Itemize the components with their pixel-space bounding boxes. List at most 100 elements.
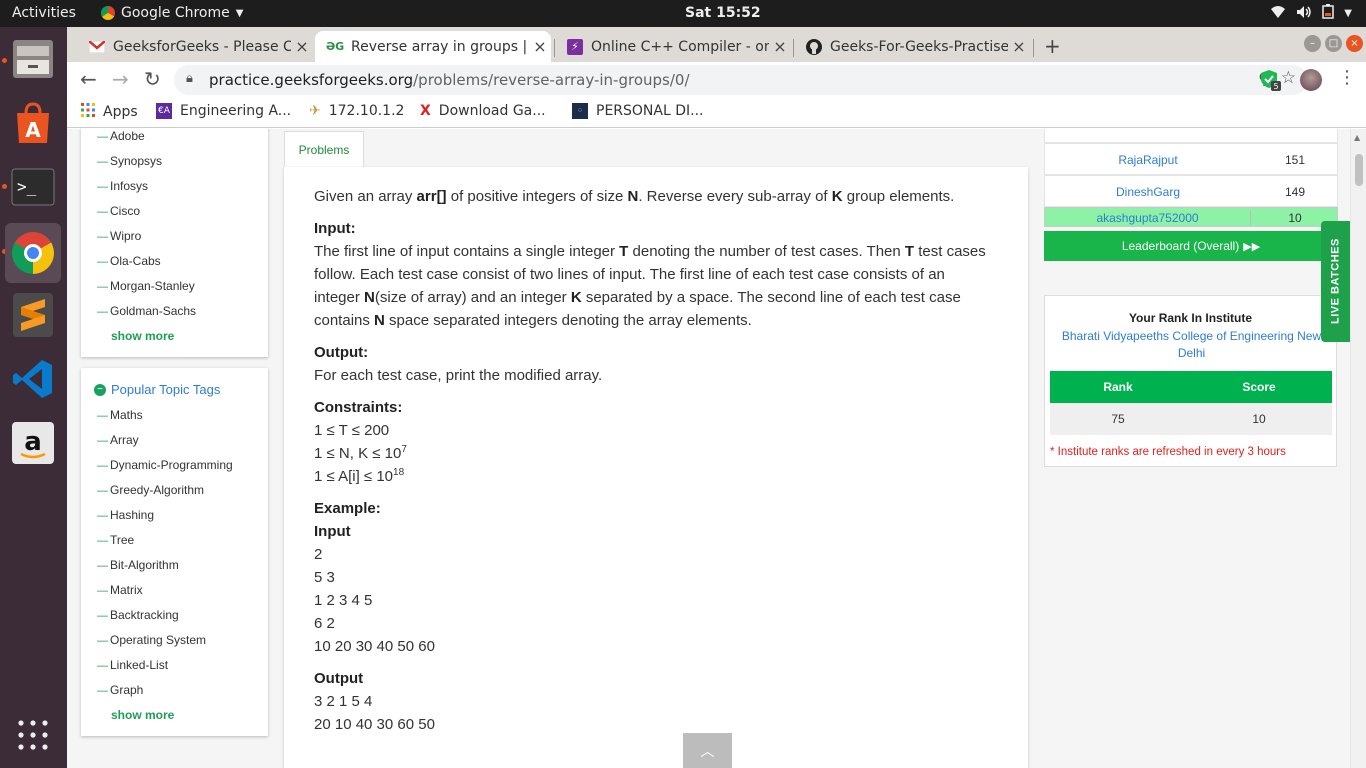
bookmarks-bar: Apps €A Engineering A... ✈ 172.10.1.2 X … bbox=[67, 97, 1366, 128]
bookmark-download[interactable]: X Download Ga... bbox=[420, 103, 546, 119]
scroll-to-top-button[interactable]: ︿ bbox=[683, 733, 732, 768]
tab-cpp-compiler[interactable]: ⚡ Online C++ Compiler - onli × bbox=[555, 31, 791, 62]
company-tag[interactable]: Wipro bbox=[97, 229, 141, 243]
close-tab-icon[interactable]: × bbox=[1008, 37, 1030, 56]
topic-tag[interactable]: Bit-Algorithm bbox=[97, 558, 179, 572]
vscode-icon[interactable] bbox=[9, 355, 57, 403]
input-section: Input: The first line of input contains … bbox=[314, 220, 986, 329]
app-menu[interactable]: Google Chrome ▼ bbox=[101, 5, 243, 21]
show-applications-icon[interactable] bbox=[9, 711, 57, 759]
close-tab-icon[interactable]: × bbox=[529, 37, 551, 56]
company-tag[interactable]: Adobe bbox=[97, 129, 145, 143]
leaderboard-row-current-user: akashgupta752000 10 bbox=[1044, 207, 1338, 227]
page-scrollbar[interactable]: ▲ bbox=[1350, 129, 1366, 768]
volume-icon bbox=[1296, 5, 1312, 23]
forward-arrow-icon[interactable]: → bbox=[112, 67, 129, 91]
bookmark-engineering[interactable]: €A Engineering A... bbox=[156, 103, 291, 119]
topic-tag[interactable]: Dynamic-Programming bbox=[97, 458, 233, 472]
topic-tags-title[interactable]: − Popular Topic Tags bbox=[94, 382, 220, 397]
bookmark-label: 172.10.1.2 bbox=[328, 103, 405, 119]
double-chevron-right-icon: ▶▶ bbox=[1243, 240, 1261, 253]
company-tag[interactable]: Ola-Cabs bbox=[97, 254, 161, 268]
leaderboard-overall-button[interactable]: Leaderboard (Overall) ▶▶ bbox=[1044, 231, 1338, 261]
maximize-window-button[interactable]: □ bbox=[1325, 35, 1342, 52]
reload-icon[interactable]: ↻ bbox=[144, 67, 161, 91]
live-batches-tab[interactable]: LIVE BATCHES bbox=[1321, 221, 1350, 342]
bookmark-personal[interactable]: ⁘ PERSONAL DI... bbox=[572, 103, 703, 119]
svg-text:>_: >_ bbox=[17, 177, 37, 196]
topic-tag[interactable]: Matrix bbox=[97, 583, 143, 597]
extension-shield-icon[interactable]: 5 bbox=[1260, 69, 1282, 95]
airplane-icon: ✈ bbox=[309, 103, 321, 119]
leaderboard-user-link[interactable]: RajaRajput bbox=[1045, 153, 1251, 167]
chrome-dock-icon[interactable] bbox=[5, 223, 61, 283]
system-tray[interactable]: ▼ bbox=[1270, 4, 1352, 23]
bookmark-star-icon[interactable]: ☆ bbox=[1281, 68, 1296, 88]
problem-intro: Given an array arr[] of positive integer… bbox=[314, 188, 955, 205]
institute-name-link[interactable]: Bharati Vidyapeeths College of Engineeri… bbox=[1055, 328, 1328, 362]
tab-separator bbox=[1033, 39, 1034, 57]
company-tag[interactable]: Cisco bbox=[97, 204, 140, 218]
bookmark-label: Engineering A... bbox=[180, 103, 292, 119]
topic-tag[interactable]: Operating System bbox=[97, 633, 206, 647]
topic-tags-card: − Popular Topic Tags Maths Array Dynamic… bbox=[81, 368, 268, 736]
topic-tag[interactable]: Backtracking bbox=[97, 608, 179, 622]
topic-tag[interactable]: Maths bbox=[97, 408, 143, 422]
leaderboard-score: 149 bbox=[1284, 185, 1306, 199]
tab-problems[interactable]: Problems bbox=[284, 131, 364, 168]
activities-button[interactable]: Activities bbox=[12, 5, 76, 21]
browser-toolbar: ← → ↻ 🔒︎ practice.geeksforgeeks.org/prob… bbox=[67, 62, 1366, 97]
tab-gmail[interactable]: GeeksforGeeks - Please Co × bbox=[77, 31, 313, 62]
topic-tag[interactable]: Tree bbox=[97, 533, 134, 547]
software-center-icon[interactable]: A bbox=[9, 99, 57, 147]
menu-kebab-icon[interactable]: ⋮ bbox=[1338, 67, 1356, 88]
power-menu-caret-icon: ▼ bbox=[1344, 8, 1352, 19]
topic-tag[interactable]: Greedy-Algorithm bbox=[97, 483, 204, 497]
back-arrow-icon[interactable]: ← bbox=[80, 67, 97, 91]
tab-github[interactable]: Geeks-For-Geeks-Practise × bbox=[794, 31, 1030, 62]
topic-tag[interactable]: Linked-List bbox=[97, 658, 168, 672]
leaderboard-user-link[interactable]: DineshGarg bbox=[1045, 185, 1251, 199]
scroll-up-arrow-icon[interactable]: ▲ bbox=[1354, 133, 1360, 142]
wifi-icon bbox=[1270, 5, 1286, 23]
minimize-window-button[interactable]: – bbox=[1304, 35, 1321, 52]
show-more-topics-link[interactable]: show more bbox=[111, 708, 174, 722]
company-tag[interactable]: Infosys bbox=[97, 179, 148, 193]
company-tag[interactable]: Goldman-Sachs bbox=[97, 304, 196, 318]
company-tag[interactable]: Morgan-Stanley bbox=[97, 279, 195, 293]
bookmark-label: PERSONAL DI... bbox=[596, 103, 704, 119]
gmail-icon bbox=[89, 39, 105, 55]
topic-tag[interactable]: Hashing bbox=[97, 508, 154, 522]
show-more-companies-link[interactable]: show more bbox=[111, 329, 174, 343]
caret-up-icon: ︿ bbox=[700, 742, 715, 759]
clock[interactable]: Sat 15:52 bbox=[685, 5, 761, 21]
leaderboard-row: DineshGarg 149 bbox=[1044, 175, 1338, 207]
rank-table-row: 75 10 bbox=[1050, 403, 1332, 435]
sublime-text-icon[interactable] bbox=[9, 291, 57, 339]
close-tab-icon[interactable]: × bbox=[291, 37, 313, 56]
tab-reverse-array[interactable]: ƏG Reverse array in groups | P × bbox=[315, 31, 551, 62]
lock-icon[interactable]: 🔒︎ bbox=[186, 71, 193, 86]
bookmark-ip[interactable]: ✈ 172.10.1.2 bbox=[309, 103, 404, 119]
amazon-icon[interactable]: a bbox=[9, 419, 57, 467]
topic-tag[interactable]: Array bbox=[97, 433, 139, 447]
url-text[interactable]: practice.geeksforgeeks.org/problems/reve… bbox=[209, 71, 690, 89]
tab-title: GeeksforGeeks - Please Co bbox=[113, 38, 291, 55]
files-icon[interactable] bbox=[9, 35, 57, 83]
rank-card-title: Your Rank In Institute bbox=[1128, 311, 1253, 325]
bookmark-apps[interactable]: Apps bbox=[81, 103, 138, 121]
running-indicator bbox=[2, 58, 7, 63]
close-window-button[interactable]: × bbox=[1346, 35, 1363, 52]
collapse-icon: − bbox=[94, 383, 106, 396]
close-tab-icon[interactable]: × bbox=[769, 37, 791, 56]
company-tag[interactable]: Synopsys bbox=[97, 154, 162, 168]
address-bar[interactable]: 🔒︎ practice.geeksforgeeks.org/problems/r… bbox=[174, 65, 1308, 95]
topic-tag[interactable]: Graph bbox=[97, 683, 143, 697]
leaderboard-user-link[interactable]: akashgupta752000 bbox=[1045, 211, 1251, 225]
scrollbar-thumb[interactable] bbox=[1355, 154, 1363, 186]
x-icon: X bbox=[420, 103, 431, 119]
score-value: 10 bbox=[1252, 412, 1266, 426]
terminal-icon[interactable]: >_ bbox=[9, 163, 57, 211]
profile-avatar[interactable] bbox=[1300, 69, 1322, 91]
new-tab-button[interactable]: + bbox=[1044, 34, 1061, 58]
